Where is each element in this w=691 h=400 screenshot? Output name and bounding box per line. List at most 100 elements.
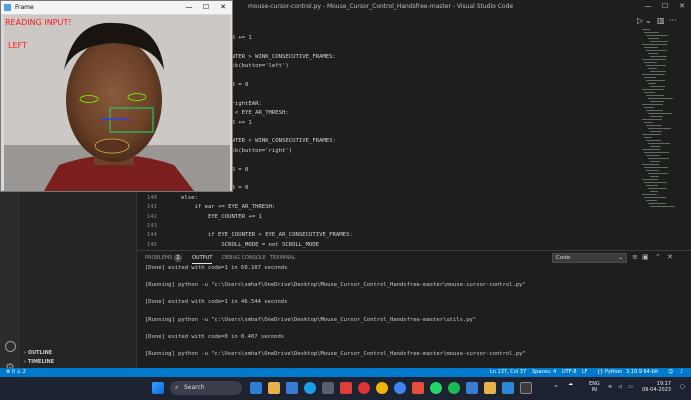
- wifi-icon[interactable]: ≋: [608, 384, 612, 390]
- minimap[interactable]: [642, 29, 682, 229]
- output-channel-select[interactable]: Code ⌄: [552, 253, 627, 263]
- notification-icon[interactable]: ▢: [680, 384, 685, 390]
- minimap-line: [644, 47, 658, 48]
- frame-window[interactable]: Frame — ☐ ✕ READING INPUT! LEFT: [0, 0, 233, 192]
- account-icon[interactable]: [5, 341, 16, 352]
- onedrive-icon[interactable]: ☁: [568, 381, 573, 387]
- output-line: [Done] exited with code=0 in 0.407 secon…: [145, 333, 285, 340]
- antivirus-icon[interactable]: [340, 382, 352, 394]
- python-window-icon[interactable]: [520, 382, 532, 394]
- minimap-line: [646, 170, 659, 171]
- maximize-button[interactable]: ☐: [657, 0, 673, 13]
- vscode-icon[interactable]: [502, 382, 514, 394]
- language-indicator[interactable]: ENG IN: [589, 381, 600, 393]
- output-line: [Done] exited with code=1 in 60.107 seco…: [145, 265, 288, 271]
- close-button[interactable]: ✕: [674, 0, 690, 13]
- minimap-line: [650, 56, 667, 57]
- minimap-line: [650, 206, 675, 207]
- minimap-line: [642, 164, 659, 165]
- mail-icon[interactable]: [286, 382, 298, 394]
- minimap-line: [642, 104, 663, 105]
- eol-status[interactable]: LF: [582, 368, 588, 377]
- file-explorer-icon[interactable]: [268, 382, 280, 394]
- cursor-position[interactable]: Ln 137, Col 37: [490, 368, 526, 377]
- frame-minimize-button[interactable]: —: [181, 1, 197, 14]
- minimap-line: [644, 122, 653, 123]
- indentation-status[interactable]: Spaces: 4: [532, 368, 556, 377]
- run-icon[interactable]: ▷: [637, 16, 643, 25]
- timeline-section[interactable]: › TIMELINE: [24, 359, 54, 365]
- tab-debug-console[interactable]: DEBUG CONSOLE: [222, 255, 266, 261]
- tab-terminal[interactable]: TERMINAL: [270, 255, 295, 261]
- minimap-line: [646, 125, 662, 126]
- app-icon[interactable]: [466, 382, 478, 394]
- lock-icon[interactable]: ▣: [642, 253, 649, 261]
- overlay-direction: LEFT: [8, 41, 27, 50]
- minimap-line: [642, 44, 667, 45]
- store-icon[interactable]: [322, 382, 334, 394]
- volume-icon[interactable]: ◁: [618, 384, 622, 390]
- minimap-line: [642, 59, 666, 60]
- frame-close-button[interactable]: ✕: [215, 1, 231, 14]
- minimap-line: [646, 110, 663, 111]
- minimap-line: [648, 68, 657, 69]
- minimap-line: [650, 41, 668, 42]
- tab-output[interactable]: OUTPUT: [192, 255, 213, 264]
- close-panel-icon[interactable]: ✕: [667, 253, 673, 261]
- minimap-line: [644, 107, 654, 108]
- feedback-icon[interactable]: ☺: [668, 368, 673, 377]
- line-number: 145: [146, 241, 157, 248]
- minimize-button[interactable]: —: [640, 0, 656, 13]
- clock-date: 09-04-2023: [642, 387, 672, 393]
- timeline-label: TIMELINE: [27, 359, 55, 365]
- taskbar-search[interactable]: ⌕ Search: [170, 381, 242, 395]
- app-icon[interactable]: [484, 382, 496, 394]
- filter-list-icon[interactable]: ≡: [632, 253, 638, 261]
- minimap-line: [644, 32, 659, 33]
- problems-count-badge: 2: [174, 254, 182, 262]
- output-channel-value: Code: [556, 255, 571, 261]
- problems-status[interactable]: ⊗ 0 ⚠ 2: [6, 368, 26, 377]
- chevron-down-icon: ⌄: [618, 255, 623, 261]
- chevron-up-icon[interactable]: ⌃: [553, 384, 559, 392]
- chevron-up-icon[interactable]: ⌃: [655, 253, 661, 261]
- outline-section[interactable]: › OUTLINE: [24, 350, 52, 356]
- whatsapp-icon[interactable]: [430, 382, 442, 394]
- minimap-line: [644, 77, 656, 78]
- minimap-line: [648, 113, 672, 114]
- office-icon[interactable]: [412, 382, 424, 394]
- battery-icon[interactable]: ▭: [628, 384, 633, 390]
- minimap-line: [646, 185, 658, 186]
- minimap-line: [644, 137, 652, 138]
- output-line: [Running] python -u "c:\Users\smhaf\OneD…: [145, 282, 526, 289]
- webcam-feed: READING INPUT! LEFT: [4, 15, 230, 191]
- minimap-line: [650, 161, 660, 162]
- frame-maximize-button[interactable]: ☐: [198, 1, 214, 14]
- clock[interactable]: 19:17 09-04-2023: [642, 381, 671, 393]
- more-actions-icon[interactable]: ···: [669, 16, 677, 25]
- start-icon[interactable]: [152, 382, 164, 394]
- minimap-line: [642, 89, 664, 90]
- spotify-icon[interactable]: [448, 382, 460, 394]
- minimap-line: [644, 152, 669, 153]
- app-icon[interactable]: [358, 382, 370, 394]
- minimap-line: [646, 65, 666, 66]
- bottom-panel: PROBLEMS 2 OUTPUT DEBUG CONSOLE TERMINAL…: [137, 250, 691, 368]
- minimap-line: [650, 86, 665, 87]
- chrome-icon[interactable]: [376, 382, 388, 394]
- task-view-icon[interactable]: [250, 382, 262, 394]
- tab-problems[interactable]: PROBLEMS: [145, 255, 172, 261]
- split-editor-icon[interactable]: ▥: [657, 16, 665, 25]
- minimap-line: [650, 116, 663, 117]
- language-mode[interactable]: {} Python: [597, 368, 622, 377]
- bell-icon[interactable]: ♪: [680, 368, 683, 377]
- minimap-line: [648, 83, 656, 84]
- minimap-line: [646, 80, 665, 81]
- python-interpreter[interactable]: 3.10.9 64-bit: [626, 368, 658, 377]
- minimap-line: [648, 98, 673, 99]
- desktop-screen: mouse-cursor-control.py - Mouse_Cursor_C…: [0, 0, 691, 400]
- encoding-status[interactable]: UTF-8: [562, 368, 577, 377]
- browser-icon[interactable]: [394, 382, 406, 394]
- chevron-down-icon[interactable]: ⌄: [645, 16, 652, 25]
- edge-icon[interactable]: [304, 382, 316, 394]
